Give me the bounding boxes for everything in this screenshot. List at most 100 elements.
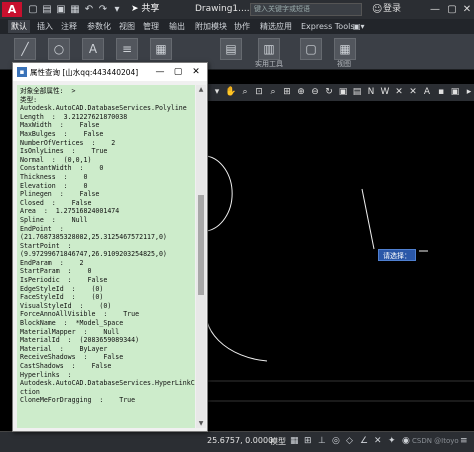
line-tool-icon[interactable]: ╱ xyxy=(14,38,36,60)
n-tool-icon[interactable]: N xyxy=(365,86,377,98)
w-tool-icon[interactable]: W xyxy=(379,86,391,98)
minimize-icon[interactable]: — xyxy=(428,2,442,17)
ribbon-tabs: 默认 插入 注释 参数化 视图 管理 输出 附加模块 协作 精选应用 Expre… xyxy=(0,19,474,34)
osnap-icon[interactable]: ◇ xyxy=(346,436,353,446)
tab-manage[interactable]: 管理 xyxy=(140,20,162,33)
zoom-out-icon[interactable]: ⊖ xyxy=(309,86,321,98)
polyline-segment[interactable] xyxy=(361,188,375,250)
workspace-icon[interactable]: ✦ xyxy=(388,436,396,446)
layer-tool-icon[interactable]: ▤ xyxy=(351,86,363,98)
x-tool-icon[interactable]: ✕ xyxy=(407,86,419,98)
image-tool-icon[interactable]: ▣ xyxy=(449,86,461,98)
property-line: CastShadows : False xyxy=(20,362,112,370)
more-arrow-icon[interactable]: ▾ xyxy=(110,2,124,17)
tab-addins[interactable]: 附加模块 xyxy=(192,20,230,33)
scroll-up-icon[interactable]: ▲ xyxy=(196,85,206,94)
view-cube-icon[interactable]: ▣ xyxy=(337,86,349,98)
scroll-down-icon[interactable]: ▼ xyxy=(196,419,206,428)
tab-featured-apps[interactable]: 精选应用 xyxy=(257,20,295,33)
open-folder-icon[interactable]: ▤ xyxy=(40,2,54,17)
clipboard-tool-icon[interactable]: ▢ xyxy=(300,38,322,60)
dialog-scrollbar[interactable]: ▲ ▼ xyxy=(196,85,206,428)
tab-parametric[interactable]: 参数化 xyxy=(84,20,114,33)
dialog-close-icon[interactable]: ✕ xyxy=(189,65,203,79)
zoom-window-icon[interactable]: ⊡ xyxy=(253,86,265,98)
arc-upper[interactable] xyxy=(207,155,233,232)
a-tool-icon[interactable]: A xyxy=(421,86,433,98)
view-tool-icon[interactable]: ▦ xyxy=(334,38,356,60)
drawing-canvas[interactable] xyxy=(207,101,474,431)
property-line: IsOnlyLines : True xyxy=(20,147,108,156)
tab-collaborate[interactable]: 协作 xyxy=(231,20,253,33)
customize-menu-icon[interactable]: ≡ xyxy=(460,436,468,446)
property-line: Area : 1.27516824001474 xyxy=(20,207,120,216)
tab-insert[interactable]: 插入 xyxy=(34,20,56,33)
utility-tool-icon[interactable]: ▥ xyxy=(258,38,280,60)
property-line: CloneMeForDragging : True xyxy=(20,396,136,405)
new-file-icon[interactable]: ▢ xyxy=(26,2,40,17)
drawing-toolbar: ▾ ✋ ⌕ ⊡ ⌕ ⊞ ⊕ ⊖ ↻ ▣ ▤ N W ✕ ✕ A ▪ ▣ ▸ xyxy=(207,84,474,101)
property-line: EndPoint : xyxy=(20,224,64,233)
property-line: Elevation : 0 xyxy=(20,181,88,190)
more-tools-icon[interactable]: ▸ xyxy=(463,86,474,98)
share-button[interactable]: ➤ 共享 xyxy=(131,2,159,17)
property-line: FaceStyleId : (0) xyxy=(20,293,104,302)
scroll-thumb[interactable] xyxy=(198,195,204,295)
search-input[interactable]: 键入关键字或短语 xyxy=(250,3,362,16)
model-space-toggle[interactable]: 模型 xyxy=(270,436,286,447)
property-line: (9.97299671846747,26.9109203254825,0) xyxy=(20,250,167,259)
zoom-in-icon[interactable]: ⊕ xyxy=(295,86,307,98)
snap-icon[interactable]: ⊞ xyxy=(304,436,312,446)
drawing-geometry xyxy=(207,155,474,402)
otrack-icon[interactable]: ∠ xyxy=(360,436,368,446)
property-line: Material : ByLayer xyxy=(20,344,108,353)
login-button[interactable]: 登录 xyxy=(383,2,401,17)
polar-icon[interactable]: ◎ xyxy=(332,436,340,446)
user-icon[interactable]: ☺ xyxy=(372,2,382,17)
grid-icon[interactable]: ▦ xyxy=(290,436,299,446)
redo-icon[interactable]: ↷ xyxy=(96,2,110,17)
xx-tool-icon[interactable]: ✕ xyxy=(393,86,405,98)
isolate-icon[interactable]: ◉ xyxy=(402,436,410,446)
property-line: NumberOfVertices : 2 xyxy=(20,138,116,147)
save-as-icon[interactable]: ▦ xyxy=(68,2,82,17)
zoom-extents-icon[interactable]: ⊞ xyxy=(281,86,293,98)
dialog-title: 属性查询 [山水qq:443440204] xyxy=(30,68,139,77)
ortho-icon[interactable]: ⊥ xyxy=(318,436,326,446)
tab-annotate[interactable]: 注释 xyxy=(58,20,80,33)
property-line: Closed : False xyxy=(20,198,92,207)
maximize-icon[interactable]: ▢ xyxy=(445,2,459,17)
orbit-icon[interactable]: ↻ xyxy=(323,86,335,98)
zoom-previous-icon[interactable]: ⌕ xyxy=(267,86,279,98)
property-line: Hyperlinks : xyxy=(20,370,72,379)
toolbar-dropdown-icon[interactable]: ▾ xyxy=(211,86,223,98)
dialog-title-bar[interactable]: ▪ 属性查询 [山水qq:443440204] — ▢ ✕ xyxy=(13,63,207,81)
red-tool-icon[interactable]: ▪ xyxy=(435,86,447,98)
save-icon[interactable]: ▣ xyxy=(54,2,68,17)
property-list[interactable]: 对象全部属性: > 类型: Autodesk.AutoCAD.DatabaseSer… xyxy=(17,85,195,428)
property-line: Thickness : 0 xyxy=(20,172,88,181)
tab-view[interactable]: 视图 xyxy=(116,20,138,33)
dialog-minimize-icon[interactable]: — xyxy=(153,65,167,79)
block-tool-icon[interactable]: ▦ xyxy=(150,38,172,60)
undo-icon[interactable]: ↶ xyxy=(82,2,96,17)
title-bar: A ▢ ▤ ▣ ▦ ↶ ↷ ▾ ➤ 共享 Drawing1.... 键入关键字或… xyxy=(0,0,474,19)
dialog-maximize-icon[interactable]: ▢ xyxy=(171,65,185,79)
coordinates-readout: 25.6757, 0.0000 xyxy=(207,436,274,445)
tab-default[interactable]: 默认 xyxy=(8,20,30,33)
tab-output[interactable]: 输出 xyxy=(166,20,188,33)
ribbon-toggle-icon[interactable]: ▣▾ xyxy=(350,20,368,33)
view-label: 视图 xyxy=(337,60,351,68)
zoom-realtime-icon[interactable]: ⌕ xyxy=(239,86,251,98)
arc-lower[interactable] xyxy=(207,301,268,362)
pan-hand-icon[interactable]: ✋ xyxy=(225,86,237,98)
property-line: EndParam : 2 xyxy=(20,258,84,267)
close-icon[interactable]: ✕ xyxy=(460,2,474,17)
text-tool-icon[interactable]: A xyxy=(82,38,104,60)
autocad-logo-icon[interactable]: A xyxy=(2,2,22,17)
properties-tool-icon[interactable]: ▤ xyxy=(220,38,242,60)
layers-tool-icon[interactable]: ≡ xyxy=(116,38,138,60)
tab-express-tools[interactable]: Express Tools xyxy=(298,20,358,33)
circle-tool-icon[interactable]: ○ xyxy=(48,38,70,60)
annotation-scale-icon[interactable]: ✕ xyxy=(374,436,382,446)
